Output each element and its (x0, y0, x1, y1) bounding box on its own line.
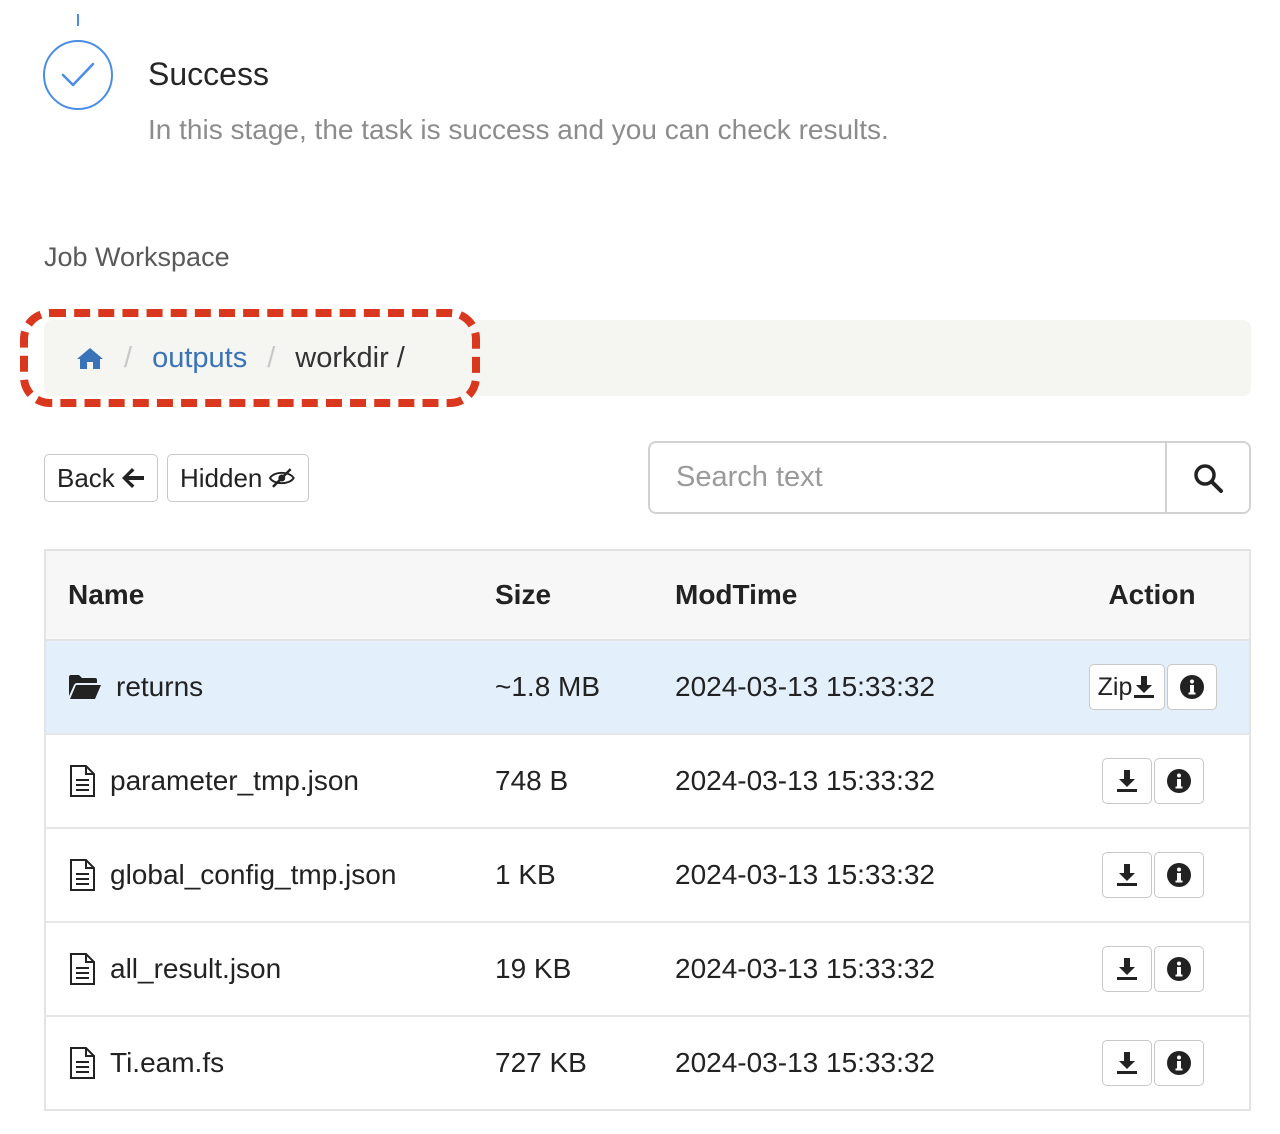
download-button[interactable] (1102, 1040, 1152, 1086)
info-button[interactable] (1154, 758, 1204, 804)
zip-download-button[interactable]: Zip (1088, 664, 1166, 710)
table-row[interactable]: Ti.eam.fs 727 KB 2024-03-13 15:33:32 (45, 1015, 1250, 1110)
column-header-size[interactable]: Size (495, 550, 675, 641)
file-modtime: 2024-03-13 15:33:32 (675, 733, 1055, 828)
breadcrumb-separator: / (267, 341, 276, 374)
download-icon (1117, 770, 1137, 792)
back-button[interactable]: Back (44, 454, 158, 502)
breadcrumb-separator: / (124, 341, 133, 374)
file-text-icon (68, 1047, 96, 1079)
breadcrumb: / outputs / workdir / (44, 320, 1251, 396)
search-group (648, 441, 1251, 514)
file-modtime: 2024-03-13 15:33:32 (675, 1015, 1055, 1110)
file-size: 727 KB (495, 1015, 675, 1110)
file-name[interactable]: returns (116, 671, 203, 703)
info-button[interactable] (1167, 664, 1218, 710)
back-button-label: Back (57, 462, 115, 493)
file-table: Name Size ModTime Action returns ~1.8 MB… (44, 549, 1251, 1111)
breadcrumb-item-workdir: workdir / (295, 341, 405, 374)
info-button[interactable] (1154, 852, 1204, 898)
file-name[interactable]: parameter_tmp.json (110, 765, 359, 797)
zip-button-label: Zip (1097, 672, 1133, 701)
file-modtime: 2024-03-13 15:33:32 (675, 639, 1055, 734)
file-name[interactable]: all_result.json (110, 953, 281, 985)
folder-open-icon (68, 674, 102, 700)
step-connector-line (77, 14, 79, 26)
download-icon (1134, 676, 1155, 698)
file-size: 19 KB (495, 921, 675, 1016)
file-modtime: 2024-03-13 15:33:32 (675, 827, 1055, 922)
table-row[interactable]: global_config_tmp.json 1 KB 2024-03-13 1… (45, 827, 1250, 922)
table-header-row: Name Size ModTime Action (45, 550, 1250, 641)
info-button[interactable] (1154, 1040, 1204, 1086)
info-icon (1167, 769, 1191, 793)
column-header-name[interactable]: Name (45, 550, 495, 641)
step-description: In this stage, the task is success and y… (148, 114, 889, 145)
table-row[interactable]: all_result.json 19 KB 2024-03-13 15:33:3… (45, 921, 1250, 1016)
step-title: Success (148, 56, 269, 92)
download-icon (1117, 864, 1137, 886)
search-button[interactable] (1165, 443, 1249, 512)
hidden-button-label: Hidden (180, 462, 263, 493)
info-icon (1167, 863, 1191, 887)
eye-slash-icon (269, 468, 296, 488)
home-icon[interactable] (76, 346, 104, 370)
info-icon (1180, 675, 1205, 699)
arrow-left-icon (121, 468, 144, 488)
column-header-modtime[interactable]: ModTime (675, 550, 1055, 641)
file-size: 748 B (495, 733, 675, 828)
download-icon (1117, 1052, 1137, 1074)
download-button[interactable] (1102, 852, 1152, 898)
download-button[interactable] (1102, 946, 1152, 992)
file-modtime: 2024-03-13 15:33:32 (675, 921, 1055, 1016)
table-row[interactable]: returns ~1.8 MB 2024-03-13 15:33:32 Zip (45, 639, 1250, 734)
breadcrumb-item-outputs[interactable]: outputs (152, 342, 247, 375)
file-text-icon (68, 953, 96, 985)
column-header-action: Action (1055, 550, 1250, 641)
info-button[interactable] (1154, 946, 1204, 992)
download-button[interactable] (1102, 758, 1152, 804)
file-text-icon (68, 765, 96, 797)
download-icon (1117, 958, 1137, 980)
info-icon (1167, 1051, 1191, 1075)
workspace-label: Job Workspace (44, 242, 230, 272)
search-icon (1194, 463, 1223, 493)
file-size: ~1.8 MB (495, 639, 675, 734)
search-input[interactable] (650, 443, 1165, 512)
table-row[interactable]: parameter_tmp.json 748 B 2024-03-13 15:3… (45, 733, 1250, 828)
info-icon (1167, 957, 1191, 981)
file-name[interactable]: Ti.eam.fs (110, 1047, 224, 1079)
file-name[interactable]: global_config_tmp.json (110, 859, 396, 891)
file-size: 1 KB (495, 827, 675, 922)
hidden-toggle-button[interactable]: Hidden (167, 454, 309, 502)
file-text-icon (68, 859, 96, 891)
success-check-icon (43, 40, 113, 110)
